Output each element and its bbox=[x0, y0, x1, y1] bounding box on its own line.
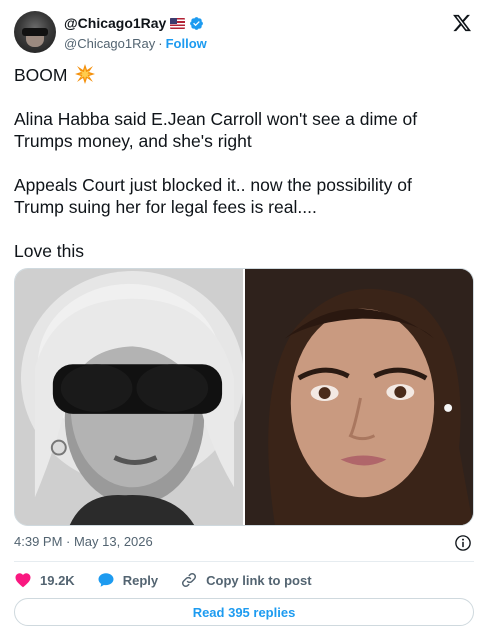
author-handle[interactable]: @Chicago1Ray bbox=[64, 36, 155, 51]
reply-label: Reply bbox=[122, 572, 159, 588]
read-replies-button[interactable]: Read 395 replies bbox=[14, 598, 474, 626]
display-name[interactable]: @Chicago1Ray bbox=[64, 15, 166, 31]
photo-left[interactable] bbox=[15, 269, 243, 525]
text-line: Love this bbox=[14, 241, 85, 261]
info-icon[interactable] bbox=[454, 534, 472, 552]
author-info: @Chicago1Ray @Chicago1Ray · Follow bbox=[64, 14, 207, 52]
reply-button[interactable]: Reply bbox=[97, 571, 158, 589]
text-line: Trumps money, and she's right bbox=[14, 131, 252, 151]
avatar-sunglasses bbox=[22, 28, 48, 36]
paragraph-2: Alina Habba said E.Jean Carroll won't se… bbox=[14, 108, 474, 152]
paragraph-4: Love this bbox=[14, 240, 474, 262]
text-line: BOOM bbox=[14, 65, 68, 85]
avatar[interactable] bbox=[14, 11, 56, 53]
post-header: @Chicago1Ray @Chicago1Ray · Follow bbox=[14, 11, 474, 55]
action-bar: 19.2K Reply Copy link to post bbox=[14, 570, 312, 590]
us-flag-icon bbox=[170, 17, 186, 29]
copy-link-label: Copy link to post bbox=[206, 572, 312, 588]
portrait-dark-hair bbox=[245, 269, 473, 525]
media-grid bbox=[14, 268, 474, 526]
post-text: BOOM Alina Habba said E.Jean Carroll won… bbox=[14, 64, 474, 262]
post-timestamp[interactable]: 4:39 PM · May 13, 2026 bbox=[14, 534, 153, 550]
follow-button[interactable]: Follow bbox=[166, 36, 207, 51]
copy-link-button[interactable]: Copy link to post bbox=[180, 571, 312, 589]
paragraph-3: Appeals Court just blocked it.. now the … bbox=[14, 174, 474, 218]
paragraph-1: BOOM bbox=[14, 64, 474, 86]
reply-bubble-icon bbox=[98, 573, 114, 587]
separator: · bbox=[158, 35, 163, 51]
divider bbox=[14, 561, 474, 562]
like-count: 19.2K bbox=[40, 572, 75, 588]
text-line: Alina Habba said E.Jean Carroll won't se… bbox=[14, 109, 418, 129]
embedded-post-card: @Chicago1Ray @Chicago1Ray · Follow BOOM bbox=[0, 0, 488, 640]
link-icon bbox=[182, 572, 197, 588]
x-logo-icon[interactable] bbox=[452, 13, 472, 33]
collision-emoji-icon bbox=[75, 64, 96, 84]
verified-badge-icon bbox=[190, 16, 204, 30]
like-button[interactable]: 19.2K bbox=[14, 571, 75, 589]
photo-right[interactable] bbox=[245, 269, 473, 525]
portrait-grey-hair-sunglasses bbox=[15, 269, 243, 525]
handle-row: @Chicago1Ray · Follow bbox=[64, 34, 207, 52]
text-line: Appeals Court just blocked it.. now the … bbox=[14, 175, 412, 195]
name-row: @Chicago1Ray bbox=[64, 14, 207, 32]
heart-icon bbox=[15, 573, 31, 588]
text-line: Trump suing her for legal fees is real..… bbox=[14, 197, 317, 217]
